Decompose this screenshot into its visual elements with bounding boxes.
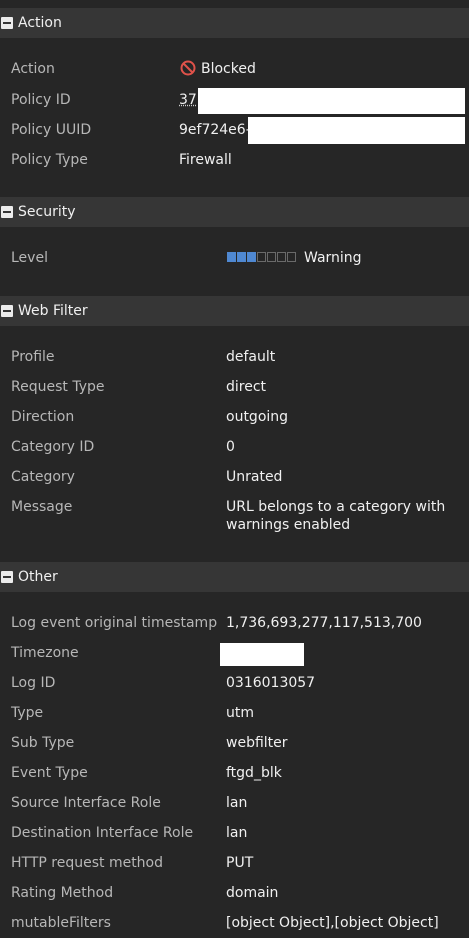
row-value: default — [226, 349, 276, 365]
row-value: 9ef724e6- — [179, 122, 251, 138]
detail-row-level: Level Warning — [0, 243, 469, 273]
level-segment — [277, 251, 286, 262]
detail-row-policy-type: Policy Type Firewall — [0, 145, 469, 175]
security-level-bar — [227, 251, 296, 262]
level-segment — [227, 251, 236, 262]
level-value-text: Warning — [304, 250, 362, 266]
detail-row-event-type: Event Type ftgd_blk — [0, 758, 469, 788]
row-value: utm — [226, 705, 254, 721]
row-value: Firewall — [179, 152, 232, 168]
row-value: lan — [226, 795, 248, 811]
detail-row-timezone: Timezone — [0, 638, 469, 668]
row-label: Log event original timestamp — [11, 615, 218, 631]
detail-row-profile: Profile default — [0, 342, 469, 372]
level-segment — [257, 251, 266, 262]
level-segment — [267, 251, 276, 262]
section-header-action[interactable]: Action — [0, 8, 469, 38]
row-label: Policy Type — [11, 152, 88, 168]
row-value: webfilter — [226, 735, 288, 751]
row-value: PUT — [226, 855, 254, 871]
row-label: Rating Method — [11, 885, 114, 901]
row-label: HTTP request method — [11, 855, 164, 871]
row-label: Direction — [11, 409, 75, 425]
detail-row-message: Message URL belongs to a category with w… — [0, 492, 469, 540]
redacted-area — [220, 643, 304, 666]
level-segment — [237, 251, 246, 262]
section-title: Security — [18, 204, 76, 220]
detail-row-category: Category Unrated — [0, 462, 469, 492]
collapse-toggle-icon[interactable] — [1, 17, 13, 29]
collapse-toggle-icon[interactable] — [1, 571, 13, 583]
level-segment — [247, 251, 256, 262]
section-header-security[interactable]: Security — [0, 197, 469, 227]
redacted-area — [248, 117, 465, 144]
detail-row-timestamp: Log event original timestamp 1,736,693,2… — [0, 608, 469, 638]
row-label: Sub Type — [11, 735, 75, 751]
row-value: [object Object],[object Object] — [226, 915, 439, 931]
detail-row-source-interface-role: Source Interface Role lan — [0, 788, 469, 818]
row-value: 0316013057 — [226, 675, 316, 691]
detail-row-direction: Direction outgoing — [0, 402, 469, 432]
detail-row-sub-type: Sub Type webfilter — [0, 728, 469, 758]
row-label: Event Type — [11, 765, 88, 781]
detail-row-type: Type utm — [0, 698, 469, 728]
detail-row-rating-method: Rating Method domain — [0, 878, 469, 908]
row-value: Blocked — [180, 54, 256, 84]
detail-row-http-method: HTTP request method PUT — [0, 848, 469, 878]
row-label: Category ID — [11, 439, 95, 455]
row-label: Level — [11, 250, 48, 266]
row-label: mutableFilters — [11, 915, 111, 931]
blocked-icon — [180, 60, 196, 75]
row-label: Policy UUID — [11, 122, 92, 138]
row-label: Action — [11, 61, 55, 77]
level-segment — [287, 251, 296, 262]
section-title: Action — [18, 15, 62, 31]
row-label: Type — [11, 705, 44, 721]
row-value: lan — [226, 825, 248, 841]
row-value: 1,736,693,277,117,513,700 — [226, 615, 422, 631]
collapse-toggle-icon[interactable] — [1, 206, 13, 218]
row-label: Category — [11, 469, 75, 485]
row-label: Policy ID — [11, 92, 71, 108]
row-label: Destination Interface Role — [11, 825, 194, 841]
detail-row-category-id: Category ID 0 — [0, 432, 469, 462]
row-value: ftgd_blk — [226, 765, 282, 781]
detail-row-policy-id: Policy ID 37 — [0, 85, 469, 115]
row-value: URL belongs to a category with warnings … — [226, 499, 446, 533]
action-value-text: Blocked — [201, 61, 256, 77]
detail-row-action: Action Blocked — [0, 54, 469, 84]
detail-row-policy-uuid: Policy UUID 9ef724e6- — [0, 115, 469, 145]
row-label: Log ID — [11, 675, 56, 691]
row-value: direct — [226, 379, 267, 395]
detail-row-mutable-filters: mutableFilters [object Object],[object O… — [0, 908, 469, 938]
row-value: outgoing — [226, 409, 289, 425]
detail-row-request-type: Request Type direct — [0, 372, 469, 402]
row-label: Request Type — [11, 379, 105, 395]
detail-row-destination-interface-role: Destination Interface Role lan — [0, 818, 469, 848]
row-value: domain — [226, 885, 279, 901]
row-value: Warning — [227, 243, 362, 273]
section-header-web-filter[interactable]: Web Filter — [0, 296, 469, 326]
section-header-other[interactable]: Other — [0, 562, 469, 592]
collapse-toggle-icon[interactable] — [1, 305, 13, 317]
redacted-area — [198, 88, 465, 114]
row-label: Timezone — [11, 645, 79, 661]
section-title: Other — [18, 569, 58, 585]
row-value: 0 — [226, 439, 235, 455]
row-label: Profile — [11, 349, 55, 365]
policy-id-link[interactable]: 37 — [179, 85, 197, 115]
detail-row-log-id: Log ID 0316013057 — [0, 668, 469, 698]
row-value: Unrated — [226, 469, 283, 485]
row-label: Source Interface Role — [11, 795, 161, 811]
row-label: Message — [11, 499, 73, 515]
section-title: Web Filter — [18, 303, 88, 319]
